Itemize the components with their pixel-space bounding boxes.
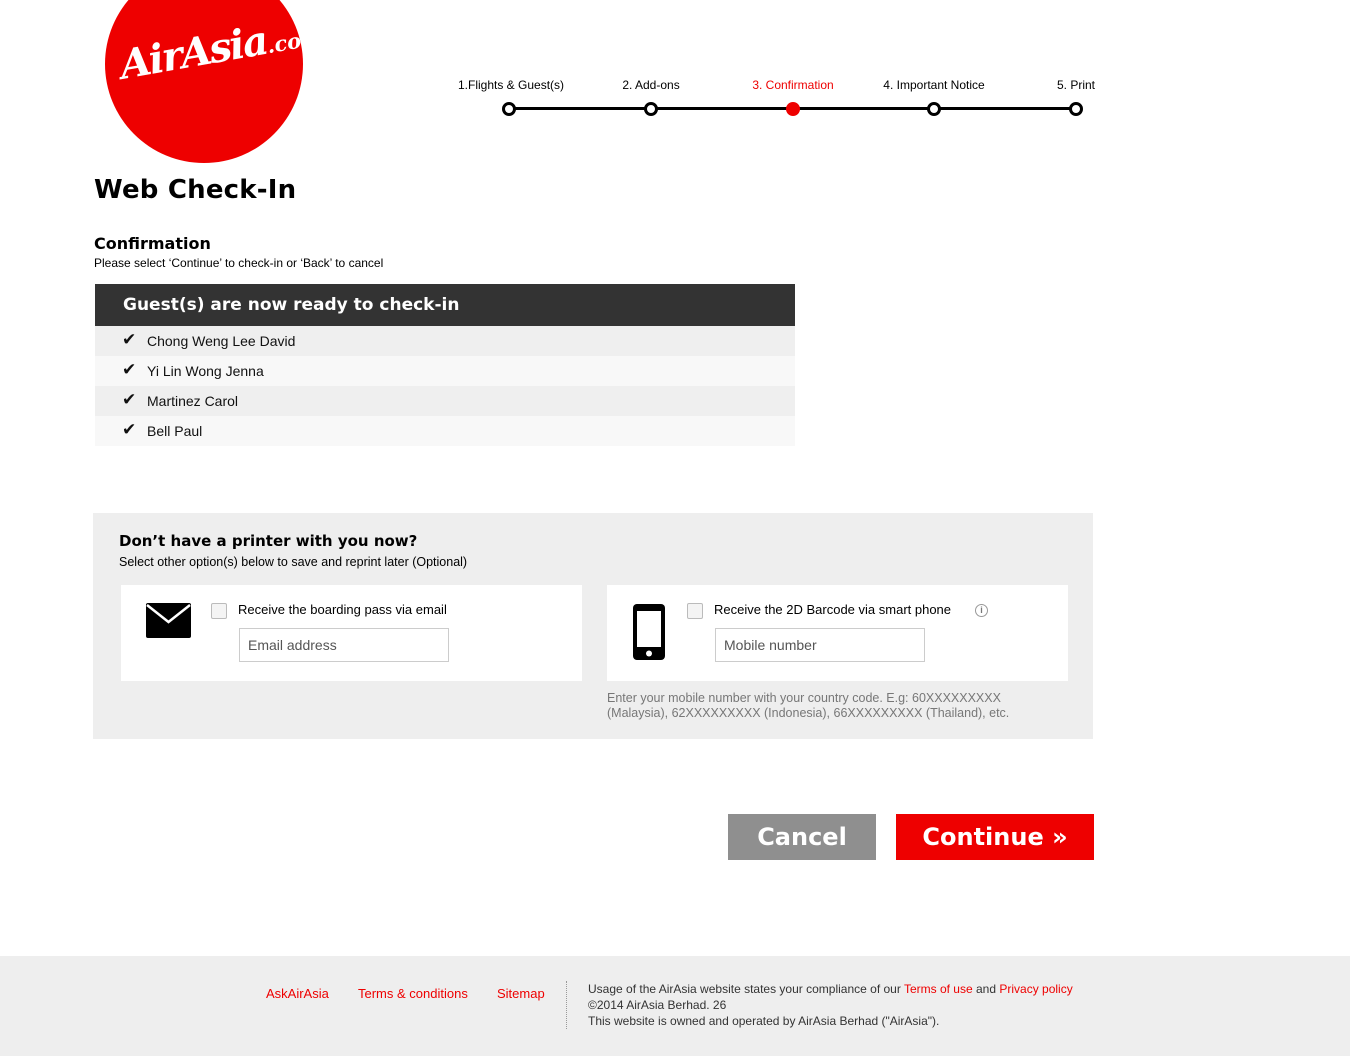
email-field[interactable] — [239, 628, 449, 662]
envelope-icon — [146, 603, 191, 638]
guest-name: Martinez Carol — [147, 393, 239, 409]
step-dot-5 — [1069, 102, 1083, 116]
info-icon[interactable]: i — [975, 604, 988, 617]
step-add-ons: 2. Add-ons — [622, 78, 680, 92]
smartphone-icon — [633, 604, 665, 660]
guest-list-header: Guest(s) are now ready to check-in — [95, 284, 795, 326]
step-confirmation: 3. Confirmation — [752, 78, 834, 92]
footer-link-askairasia[interactable]: AskAirAsia — [266, 986, 329, 1001]
footer-ownership: This website is owned and operated by Ai… — [588, 1014, 940, 1028]
guest-name: Chong Weng Lee David — [147, 333, 296, 349]
privacy-policy-link[interactable]: Privacy policy — [999, 982, 1072, 996]
step-dot-2 — [644, 102, 658, 116]
printer-subtitle: Select other option(s) below to save and… — [119, 555, 468, 569]
checkmark-icon: ✔ — [122, 420, 137, 439]
footer-usage-text: Usage of the AirAsia website states your… — [588, 982, 1073, 996]
continue-button[interactable]: Continue » — [896, 814, 1094, 860]
sms-option-label: Receive the 2D Barcode via smart phone — [714, 602, 952, 617]
step-important-notice: 4. Important Notice — [883, 78, 985, 92]
guest-row: ✔ Bell Paul — [95, 416, 795, 446]
step-dot-1 — [502, 102, 516, 116]
step-dot-3-current — [786, 102, 800, 116]
guest-name: Yi Lin Wong Jenna — [147, 363, 264, 379]
guest-row: ✔ Chong Weng Lee David — [95, 326, 795, 356]
logo-text: AirAsia.com — [116, 16, 303, 89]
step-print: 5. Print — [1056, 78, 1095, 92]
guest-row: ✔ Martinez Carol — [95, 386, 795, 416]
mobile-number-field[interactable] — [715, 628, 925, 662]
checkmark-icon: ✔ — [122, 390, 137, 409]
section-subtitle: Please select ‘Continue’ to check-in or … — [94, 256, 384, 270]
checkmark-icon: ✔ — [122, 360, 137, 379]
sms-option-checkbox[interactable] — [687, 603, 703, 619]
section-title: Confirmation — [94, 234, 211, 253]
footer-link-sitemap[interactable]: Sitemap — [497, 986, 545, 1001]
page-title: Web Check-In — [94, 175, 297, 205]
footer-copyright: ©2014 AirAsia Berhad. 26 — [588, 998, 727, 1012]
step-dot-4 — [927, 102, 941, 116]
step-flights-guests: 1.Flights & Guest(s) — [457, 78, 565, 92]
footer-link-terms[interactable]: Terms & conditions — [358, 986, 468, 1001]
email-option-label: Receive the boarding pass via email — [238, 602, 447, 617]
checkmark-icon: ✔ — [122, 330, 137, 349]
mobile-hint: Enter your mobile number with your count… — [607, 691, 1010, 720]
printer-title: Don’t have a printer with you now? — [119, 532, 418, 550]
airasia-logo[interactable]: AirAsia.com — [105, 0, 303, 163]
footer-divider — [566, 981, 567, 1029]
terms-of-use-link[interactable]: Terms of use — [904, 982, 973, 996]
email-option-checkbox[interactable] — [211, 603, 227, 619]
guest-name: Bell Paul — [147, 423, 203, 439]
guest-row: ✔ Yi Lin Wong Jenna — [95, 356, 795, 386]
cancel-button[interactable]: Cancel — [728, 814, 876, 860]
